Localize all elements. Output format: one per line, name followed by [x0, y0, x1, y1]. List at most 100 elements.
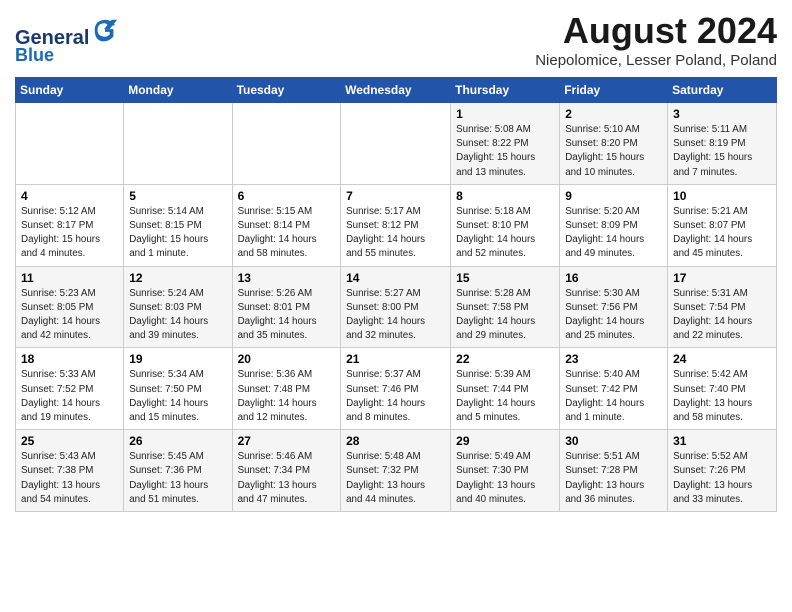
calendar-cell: 7 Sunrise: 5:17 AM Sunset: 8:12 PM Daylig…	[341, 184, 451, 266]
calendar-cell: 26Sunrise: 5:45 AM Sunset: 7:36 PM Dayli…	[124, 430, 232, 512]
calendar-week-row: 4 Sunrise: 5:12 AM Sunset: 8:17 PM Daylig…	[16, 184, 777, 266]
calendar-cell: 5 Sunrise: 5:14 AM Sunset: 8:15 PM Daylig…	[124, 184, 232, 266]
calendar-week-row: 1 Sunrise: 5:08 AM Sunset: 8:22 PM Daylig…	[16, 103, 777, 185]
weekday-header: Thursday	[451, 78, 560, 103]
calendar-cell: 1 Sunrise: 5:08 AM Sunset: 8:22 PM Daylig…	[451, 103, 560, 185]
logo-icon	[91, 16, 119, 44]
weekday-header: Monday	[124, 78, 232, 103]
calendar-cell: 19 Sunrise: 5:34 AM Sunset: 7:50 PM Dayli…	[124, 348, 232, 430]
calendar-cell: 3Sunrise: 5:11 AM Sunset: 8:19 PM Daylig…	[668, 103, 777, 185]
day-number: 2	[565, 107, 662, 121]
calendar-week-row: 18Sunrise: 5:33 AM Sunset: 7:52 PM Dayli…	[16, 348, 777, 430]
day-number: 3	[673, 107, 771, 121]
day-number: 22	[456, 352, 554, 366]
day-number: 13	[238, 271, 336, 285]
calendar-cell: 28 Sunrise: 5:48 AM Sunset: 7:32 PM Dayli…	[341, 430, 451, 512]
day-info: Sunrise: 5:48 AM Sunset: 7:32 PM Dayligh…	[346, 450, 445, 507]
day-info: Sunrise: 5:10 AM Sunset: 8:20 PM Dayligh…	[565, 123, 662, 180]
day-info: Sunrise: 5:24 AM Sunset: 8:03 PM Dayligh…	[129, 287, 226, 344]
day-number: 1	[456, 107, 554, 121]
weekday-header: Tuesday	[232, 78, 341, 103]
calendar-cell: 14Sunrise: 5:27 AM Sunset: 8:00 PM Dayli…	[341, 266, 451, 348]
day-number: 4	[21, 189, 118, 203]
day-info: Sunrise: 5:42 AM Sunset: 7:40 PM Dayligh…	[673, 368, 771, 425]
day-number: 15	[456, 271, 554, 285]
day-info: Sunrise: 5:28 AM Sunset: 7:58 PM Dayligh…	[456, 287, 554, 344]
day-info: Sunrise: 5:17 AM Sunset: 8:12 PM Dayligh…	[346, 205, 445, 262]
day-info: Sunrise: 5:08 AM Sunset: 8:22 PM Dayligh…	[456, 123, 554, 180]
calendar-cell	[16, 103, 124, 185]
day-number: 20	[238, 352, 336, 366]
day-info: Sunrise: 5:40 AM Sunset: 7:42 PM Dayligh…	[565, 368, 662, 425]
day-info: Sunrise: 5:14 AM Sunset: 8:15 PM Dayligh…	[129, 205, 226, 262]
weekday-header-row: SundayMondayTuesdayWednesdayThursdayFrid…	[16, 78, 777, 103]
calendar-cell: 9Sunrise: 5:20 AM Sunset: 8:09 PM Daylig…	[560, 184, 668, 266]
day-info: Sunrise: 5:12 AM Sunset: 8:17 PM Dayligh…	[21, 205, 118, 262]
weekday-header: Sunday	[16, 78, 124, 103]
day-number: 14	[346, 271, 445, 285]
calendar-cell: 30 Sunrise: 5:51 AM Sunset: 7:28 PM Dayli…	[560, 430, 668, 512]
calendar-cell: 24 Sunrise: 5:42 AM Sunset: 7:40 PM Dayli…	[668, 348, 777, 430]
day-info: Sunrise: 5:21 AM Sunset: 8:07 PM Dayligh…	[673, 205, 771, 262]
day-number: 5	[129, 189, 226, 203]
day-number: 29	[456, 434, 554, 448]
calendar-cell: 13 Sunrise: 5:26 AM Sunset: 8:01 PM Dayli…	[232, 266, 341, 348]
day-number: 31	[673, 434, 771, 448]
calendar-cell: 23Sunrise: 5:40 AM Sunset: 7:42 PM Dayli…	[560, 348, 668, 430]
calendar-week-row: 25Sunrise: 5:43 AM Sunset: 7:38 PM Dayli…	[16, 430, 777, 512]
day-number: 24	[673, 352, 771, 366]
day-number: 21	[346, 352, 445, 366]
day-info: Sunrise: 5:18 AM Sunset: 8:10 PM Dayligh…	[456, 205, 554, 262]
weekday-header: Wednesday	[341, 78, 451, 103]
calendar-cell: 8 Sunrise: 5:18 AM Sunset: 8:10 PM Daylig…	[451, 184, 560, 266]
day-number: 7	[346, 189, 445, 203]
calendar-cell: 17Sunrise: 5:31 AM Sunset: 7:54 PM Dayli…	[668, 266, 777, 348]
calendar-cell: 20 Sunrise: 5:36 AM Sunset: 7:48 PM Dayli…	[232, 348, 341, 430]
day-info: Sunrise: 5:52 AM Sunset: 7:26 PM Dayligh…	[673, 450, 771, 507]
calendar-cell: 12 Sunrise: 5:24 AM Sunset: 8:03 PM Dayli…	[124, 266, 232, 348]
calendar-cell: 10 Sunrise: 5:21 AM Sunset: 8:07 PM Dayli…	[668, 184, 777, 266]
day-info: Sunrise: 5:36 AM Sunset: 7:48 PM Dayligh…	[238, 368, 336, 425]
calendar-cell: 31 Sunrise: 5:52 AM Sunset: 7:26 PM Dayli…	[668, 430, 777, 512]
title-block: August 2024 Niepolomice, Lesser Poland, …	[535, 10, 777, 69]
day-info: Sunrise: 5:26 AM Sunset: 8:01 PM Dayligh…	[238, 287, 336, 344]
day-number: 12	[129, 271, 226, 285]
day-number: 11	[21, 271, 118, 285]
day-number: 17	[673, 271, 771, 285]
day-info: Sunrise: 5:30 AM Sunset: 7:56 PM Dayligh…	[565, 287, 662, 344]
calendar-cell: 29Sunrise: 5:49 AM Sunset: 7:30 PM Dayli…	[451, 430, 560, 512]
day-number: 27	[238, 434, 336, 448]
calendar-cell: 2 Sunrise: 5:10 AM Sunset: 8:20 PM Daylig…	[560, 103, 668, 185]
day-info: Sunrise: 5:51 AM Sunset: 7:28 PM Dayligh…	[565, 450, 662, 507]
day-number: 26	[129, 434, 226, 448]
calendar-cell: 6 Sunrise: 5:15 AM Sunset: 8:14 PM Daylig…	[232, 184, 341, 266]
day-number: 19	[129, 352, 226, 366]
calendar-subtitle: Niepolomice, Lesser Poland, Poland	[535, 52, 777, 69]
calendar-table: SundayMondayTuesdayWednesdayThursdayFrid…	[15, 77, 777, 512]
day-number: 16	[565, 271, 662, 285]
day-info: Sunrise: 5:23 AM Sunset: 8:05 PM Dayligh…	[21, 287, 118, 344]
day-info: Sunrise: 5:20 AM Sunset: 8:09 PM Dayligh…	[565, 205, 662, 262]
day-number: 6	[238, 189, 336, 203]
day-info: Sunrise: 5:46 AM Sunset: 7:34 PM Dayligh…	[238, 450, 336, 507]
day-info: Sunrise: 5:15 AM Sunset: 8:14 PM Dayligh…	[238, 205, 336, 262]
logo: General Blue	[15, 16, 119, 66]
calendar-cell: 18Sunrise: 5:33 AM Sunset: 7:52 PM Dayli…	[16, 348, 124, 430]
calendar-cell	[341, 103, 451, 185]
calendar-week-row: 11 Sunrise: 5:23 AM Sunset: 8:05 PM Dayli…	[16, 266, 777, 348]
day-info: Sunrise: 5:33 AM Sunset: 7:52 PM Dayligh…	[21, 368, 118, 425]
day-number: 30	[565, 434, 662, 448]
day-number: 25	[21, 434, 118, 448]
day-number: 10	[673, 189, 771, 203]
day-info: Sunrise: 5:34 AM Sunset: 7:50 PM Dayligh…	[129, 368, 226, 425]
weekday-header: Friday	[560, 78, 668, 103]
day-number: 8	[456, 189, 554, 203]
calendar-cell	[124, 103, 232, 185]
page-header: General Blue August 2024 Niepolomice, Le…	[15, 10, 777, 69]
day-number: 28	[346, 434, 445, 448]
day-info: Sunrise: 5:39 AM Sunset: 7:44 PM Dayligh…	[456, 368, 554, 425]
calendar-cell: 25Sunrise: 5:43 AM Sunset: 7:38 PM Dayli…	[16, 430, 124, 512]
calendar-title: August 2024	[535, 10, 777, 52]
calendar-cell	[232, 103, 341, 185]
calendar-cell: 27 Sunrise: 5:46 AM Sunset: 7:34 PM Dayli…	[232, 430, 341, 512]
